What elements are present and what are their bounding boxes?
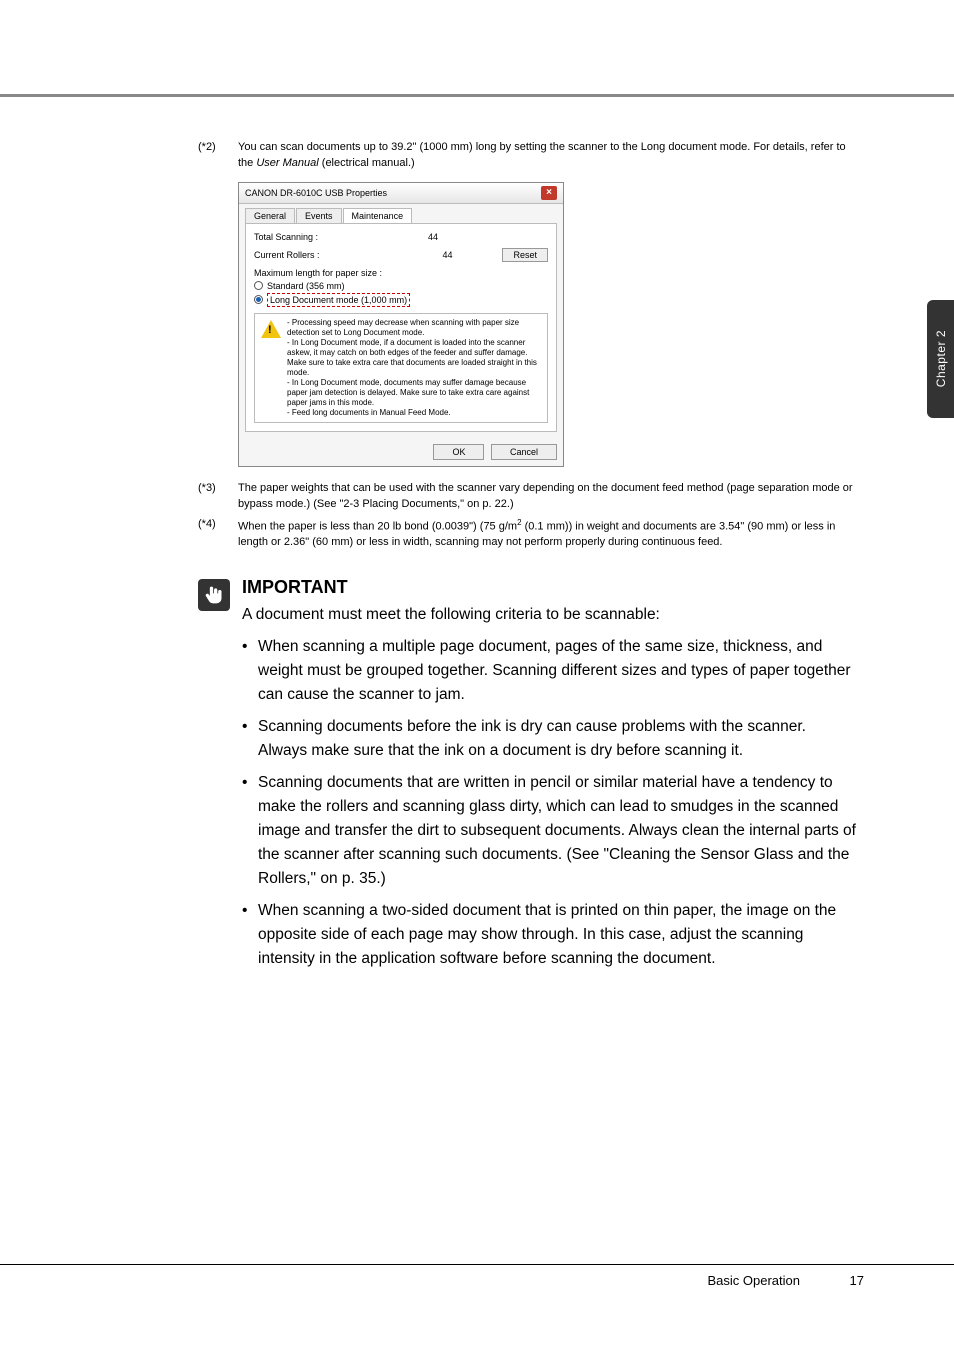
note-text-b: (electrical manual.) [319, 157, 415, 169]
dialog-title: CANON DR-6010C USB Properties [245, 188, 387, 198]
footer-page-number: 17 [840, 1273, 864, 1288]
note-row-2: (*2) You can scan documents up to 39.2" … [198, 140, 858, 172]
radio-standard-label: Standard (356 mm) [267, 281, 345, 291]
page-content: (*2) You can scan documents up to 39.2" … [198, 140, 858, 979]
note-body: When the paper is less than 20 lb bond (… [238, 517, 858, 552]
note-4-pre: When the paper is less than 20 lb bond (… [238, 520, 517, 532]
radio-standard[interactable]: Standard (356 mm) [254, 281, 548, 291]
top-rule [0, 94, 954, 97]
chapter-tab: Chapter 2 [927, 300, 954, 418]
page-footer: Basic Operation 17 [0, 1264, 954, 1288]
current-rollers-label: Current Rollers : [254, 250, 442, 260]
dialog-panel: Total Scanning : 44 Current Rollers : 44… [245, 223, 557, 432]
dialog-buttons: OK Cancel [239, 438, 563, 466]
note-body: The paper weights that can be used with … [238, 481, 858, 513]
total-scanning-row: Total Scanning : 44 [254, 232, 548, 242]
note-row-4: (*4) When the paper is less than 20 lb b… [198, 517, 858, 552]
important-icon [198, 579, 230, 611]
note-key: (*3) [198, 481, 238, 513]
max-length-label: Maximum length for paper size : [254, 268, 548, 278]
close-icon[interactable]: × [541, 186, 557, 200]
properties-dialog: CANON DR-6010C USB Properties × General … [238, 182, 564, 467]
current-rollers-value: 44 [442, 250, 502, 260]
radio-long-document[interactable]: Long Document mode (1,000 mm) [254, 293, 548, 307]
hand-point-icon [204, 585, 224, 605]
note-em: User Manual [256, 157, 318, 169]
important-content: IMPORTANT A document must meet the follo… [242, 577, 858, 979]
footer-inner: Basic Operation 17 [0, 1273, 954, 1288]
warning-text: - Processing speed may decrease when sca… [287, 318, 543, 418]
max-length-group: Maximum length for paper size : Standard… [254, 268, 548, 423]
cancel-button[interactable]: Cancel [491, 444, 557, 460]
dialog-titlebar: CANON DR-6010C USB Properties × [239, 183, 563, 204]
total-scanning-value: 44 [428, 232, 488, 242]
important-heading: IMPORTANT [242, 577, 858, 598]
chapter-tab-label: Chapter 2 [934, 330, 948, 387]
warning-box: - Processing speed may decrease when sca… [254, 313, 548, 423]
radio-long-document-label: Long Document mode (1,000 mm) [267, 293, 410, 307]
warning-icon [261, 320, 281, 338]
radio-icon [254, 295, 263, 304]
radio-icon [254, 281, 263, 290]
tab-general[interactable]: General [245, 208, 295, 223]
important-lead: A document must meet the following crite… [242, 604, 858, 626]
note-key: (*4) [198, 517, 238, 552]
tab-events[interactable]: Events [296, 208, 342, 223]
bullet-item: When scanning a two-sided document that … [242, 899, 858, 971]
important-bullets: When scanning a multiple page document, … [242, 635, 858, 971]
dialog-tabs: General Events Maintenance [239, 204, 563, 223]
total-scanning-label: Total Scanning : [254, 232, 428, 242]
ok-button[interactable]: OK [433, 444, 484, 460]
bullet-item: When scanning a multiple page document, … [242, 635, 858, 707]
bullet-item: Scanning documents that are written in p… [242, 771, 858, 891]
bullet-item: Scanning documents before the ink is dry… [242, 715, 858, 763]
tab-maintenance[interactable]: Maintenance [343, 208, 413, 223]
note-body: You can scan documents up to 39.2" (1000… [238, 140, 858, 172]
note-key: (*2) [198, 140, 238, 172]
current-rollers-row: Current Rollers : 44 Reset [254, 248, 548, 262]
reset-button[interactable]: Reset [502, 248, 548, 262]
footer-section: Basic Operation [708, 1273, 801, 1288]
important-block: IMPORTANT A document must meet the follo… [198, 577, 858, 979]
note-row-3: (*3) The paper weights that can be used … [198, 481, 858, 513]
